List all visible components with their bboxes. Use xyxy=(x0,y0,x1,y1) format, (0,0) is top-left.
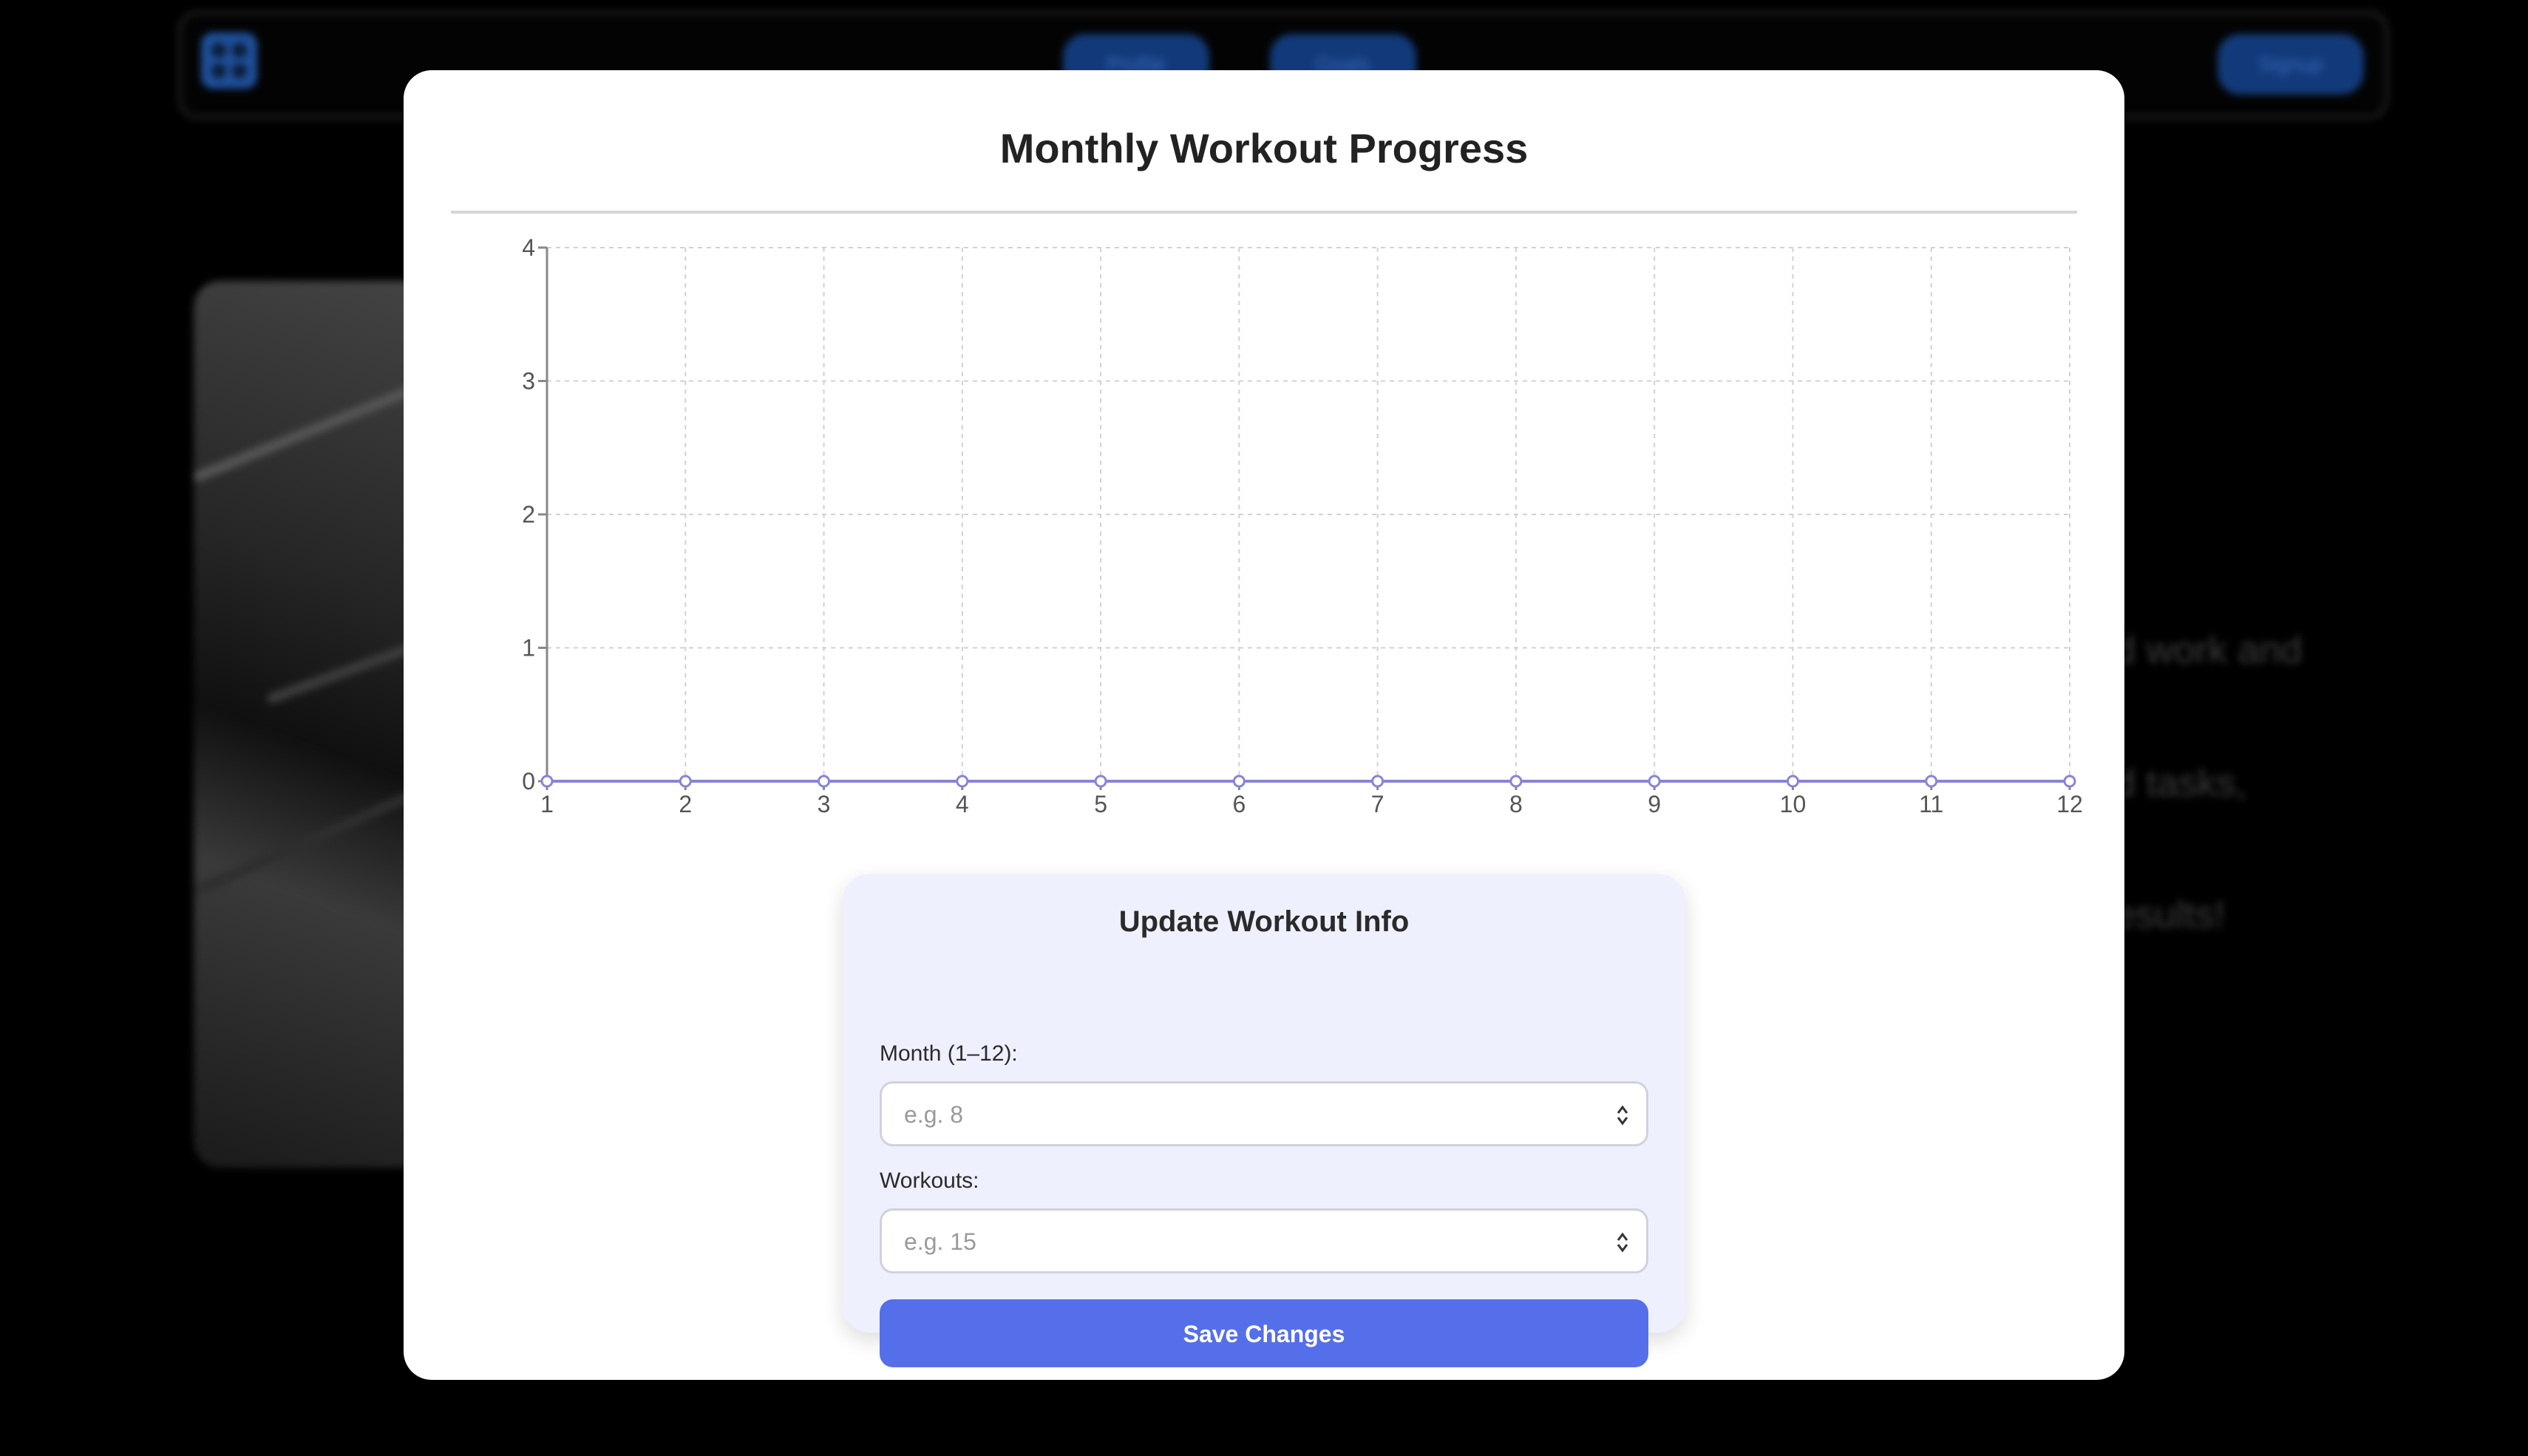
data-point xyxy=(956,775,969,788)
x-tick-label: 11 xyxy=(1919,791,1943,817)
month-field[interactable] xyxy=(880,1081,1648,1146)
data-point xyxy=(679,775,692,788)
x-tick-label: 6 xyxy=(1232,791,1246,817)
data-point xyxy=(1925,775,1938,788)
background-text-line: esults! xyxy=(2114,894,2226,936)
background-text-line: d work and xyxy=(2114,629,2303,672)
data-point xyxy=(1786,775,1799,788)
logo-icon xyxy=(201,33,257,89)
data-point xyxy=(1371,775,1384,788)
data-point xyxy=(1509,775,1523,788)
card-title: Update Workout Info xyxy=(1118,905,1410,938)
workouts-input[interactable] xyxy=(903,1211,1571,1273)
workouts-field[interactable] xyxy=(880,1208,1648,1273)
data-point xyxy=(1094,775,1107,788)
x-tick-label: 10 xyxy=(1780,791,1807,817)
save-changes-button[interactable]: Save Changes xyxy=(880,1299,1648,1367)
workout-line-chart: 012341 2 3 4 5 6 7 8 9 10 11 12 xyxy=(522,234,2083,817)
x-tick-label: 8 xyxy=(1509,791,1523,817)
x-tick-label: 12 xyxy=(2056,791,2083,817)
y-tick-label: 0 xyxy=(522,768,535,795)
month-input[interactable] xyxy=(903,1084,1571,1146)
x-tick-label: 5 xyxy=(1094,791,1107,817)
data-point xyxy=(1232,775,1246,788)
y-tick-label: 2 xyxy=(522,501,535,528)
workouts-label: Workouts: xyxy=(880,1168,979,1193)
x-tick-label: 2 xyxy=(679,791,692,817)
number-spinner-icon[interactable] xyxy=(1617,1104,1628,1126)
y-tick-label: 3 xyxy=(522,368,535,395)
update-workout-card: Update Workout Info Month (1–12): Workou… xyxy=(843,874,1685,1367)
background-text-line: d tasks, xyxy=(2114,762,2247,805)
x-tick-label: 9 xyxy=(1648,791,1661,817)
x-tick-label: 3 xyxy=(818,791,831,817)
data-point xyxy=(2063,775,2076,788)
workout-progress-modal: Monthly Workout Progress 012341234567891… xyxy=(404,70,2124,1380)
data-point xyxy=(818,775,831,788)
y-tick-label: 1 xyxy=(522,635,535,661)
x-tick-label: 7 xyxy=(1371,791,1384,817)
data-point xyxy=(540,775,554,788)
number-spinner-icon[interactable] xyxy=(1617,1231,1628,1253)
data-point xyxy=(1648,775,1661,788)
background-signup-button: Signup xyxy=(2218,34,2364,95)
x-tick-label: 1 xyxy=(540,791,554,817)
y-tick-label: 4 xyxy=(522,234,535,261)
x-tick-label: 4 xyxy=(956,791,969,817)
month-label: Month (1–12): xyxy=(880,1041,1018,1066)
